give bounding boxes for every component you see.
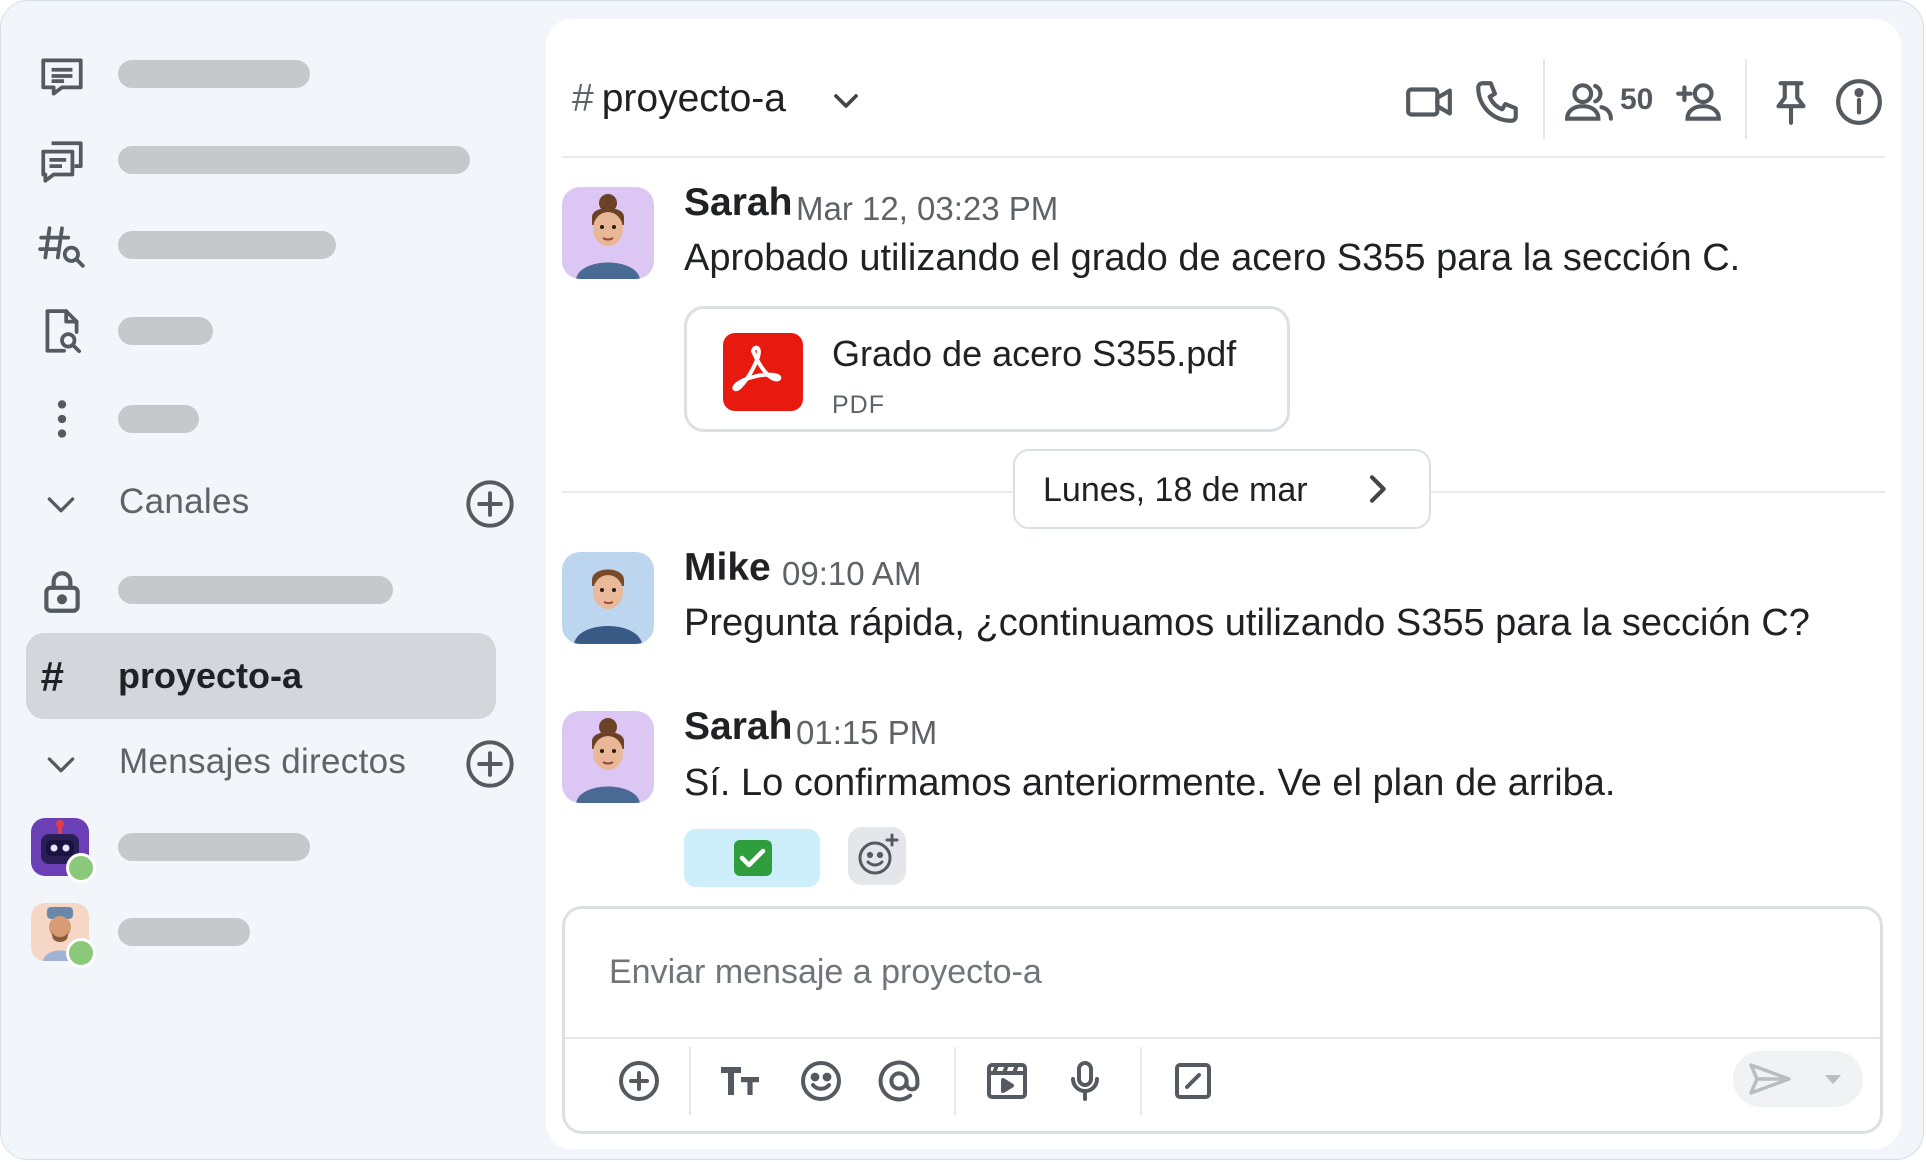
- sidebar-item-placeholder: [118, 918, 250, 946]
- message-author[interactable]: Mike: [684, 546, 771, 590]
- file-attachment[interactable]: Grado de acero S355.pdf PDF: [684, 306, 1290, 432]
- dm-item-bot[interactable]: [1, 813, 546, 883]
- sidebar-item-placeholder: [118, 317, 213, 345]
- members-icon[interactable]: [1564, 77, 1614, 127]
- avatar-mike[interactable]: [562, 552, 654, 644]
- video-clip-icon[interactable]: [983, 1057, 1031, 1105]
- attachment-filetype: PDF: [832, 391, 885, 419]
- attach-plus-icon[interactable]: [615, 1057, 663, 1105]
- inbox-icon: [31, 51, 93, 103]
- message-text: Sí. Lo confirmamos anteriormente. Ve el …: [684, 762, 1616, 804]
- sidebar-item-placeholder: [118, 405, 199, 433]
- sidebar-item-placeholder: [118, 833, 310, 861]
- lock-icon: [31, 566, 93, 618]
- toolbar-divider: [954, 1047, 956, 1115]
- more-vertical-icon: [31, 393, 93, 445]
- message-text: Pregunta rápida, ¿continuamos utilizando…: [684, 602, 1810, 644]
- add-reaction-button[interactable]: [848, 827, 906, 885]
- add-channel-button[interactable]: [464, 478, 516, 530]
- sidebar-item-private-channel[interactable]: [1, 556, 546, 626]
- message-author[interactable]: Sarah: [684, 181, 792, 225]
- avatar-sarah[interactable]: [562, 187, 654, 279]
- add-reaction-icon: [858, 833, 899, 875]
- header-divider: [1543, 59, 1545, 139]
- toolbar-divider: [689, 1047, 691, 1115]
- channel-name: proyecto-a: [601, 77, 786, 120]
- sidebar-item-placeholder: [118, 60, 310, 88]
- sidebar-item-browse-channels[interactable]: [1, 211, 546, 281]
- message-timestamp: Mar 12, 03:23 PM: [796, 190, 1059, 227]
- header-divider: [1745, 59, 1747, 139]
- sidebar-item-files[interactable]: [1, 296, 546, 366]
- chevron-right-icon: [1357, 469, 1397, 509]
- sidebar-item-placeholder: [118, 231, 336, 259]
- member-count[interactable]: 50: [1620, 83, 1653, 117]
- channel-title[interactable]: # proyecto-a: [572, 77, 786, 121]
- channels-section-header[interactable]: Canales: [1, 468, 546, 538]
- chevron-down-icon[interactable]: [41, 744, 81, 784]
- browse-channels-icon: [31, 221, 93, 273]
- video-call-icon[interactable]: [1404, 77, 1454, 127]
- add-member-icon[interactable]: [1674, 77, 1724, 127]
- composer-divider: [565, 1037, 1880, 1039]
- online-status-dot: [66, 938, 96, 968]
- avatar-sarah[interactable]: [562, 711, 654, 803]
- dm-section-header[interactable]: Mensajes directos: [1, 728, 546, 798]
- chevron-down-icon[interactable]: [41, 484, 81, 524]
- phone-call-icon[interactable]: [1472, 77, 1522, 127]
- info-icon[interactable]: [1834, 77, 1884, 127]
- microphone-icon[interactable]: [1061, 1057, 1109, 1105]
- pdf-file-icon: [723, 333, 803, 411]
- sidebar-item-inbox[interactable]: [1, 41, 546, 111]
- header-divider-line: [562, 156, 1885, 158]
- message-author[interactable]: Sarah: [684, 705, 792, 749]
- message-text: Aprobado utilizando el grado de acero S3…: [684, 237, 1741, 279]
- date-divider-label: Lunes, 18 de mar: [1043, 471, 1308, 509]
- sidebar-item-threads[interactable]: [1, 126, 546, 196]
- message-timestamp: 01:15 PM: [796, 714, 938, 751]
- sidebar: Canales # proyecto-a Mensajes directos: [1, 1, 546, 1159]
- files-search-icon: [31, 306, 93, 358]
- online-status-dot: [66, 853, 96, 883]
- attachment-filename: Grado de acero S355.pdf: [832, 333, 1237, 374]
- sidebar-item-placeholder: [118, 146, 470, 174]
- emoji-icon[interactable]: [797, 1057, 845, 1105]
- channel-hash-icon: #: [572, 77, 594, 120]
- check-mark-icon: [734, 840, 772, 876]
- send-button[interactable]: [1733, 1051, 1863, 1107]
- sidebar-item-label: proyecto-a: [118, 655, 303, 696]
- chevron-down-icon[interactable]: [826, 81, 866, 121]
- mention-icon[interactable]: [875, 1057, 923, 1105]
- toolbar-divider: [1140, 1047, 1142, 1115]
- message-timestamp: 09:10 AM: [782, 555, 922, 592]
- reaction-check[interactable]: [684, 829, 820, 887]
- slash-command-icon[interactable]: [1169, 1057, 1217, 1105]
- date-divider[interactable]: Lunes, 18 de mar: [1013, 449, 1431, 529]
- message-input[interactable]: Enviar mensaje a proyecto-a: [609, 953, 1042, 992]
- app-window: Canales # proyecto-a Mensajes directos #…: [0, 0, 1924, 1160]
- message-composer[interactable]: Enviar mensaje a proyecto-a: [562, 906, 1883, 1134]
- pin-icon[interactable]: [1766, 77, 1816, 127]
- channel-hash-icon: #: [40, 653, 64, 700]
- send-icon: [1749, 1063, 1841, 1095]
- threads-icon: [31, 136, 93, 188]
- sidebar-item-placeholder: [118, 576, 393, 604]
- channel-panel: # proyecto-a 50 Sarah Mar 12, 03:23 PM A…: [546, 19, 1901, 1149]
- text-format-icon[interactable]: [717, 1057, 765, 1105]
- add-dm-button[interactable]: [464, 738, 516, 790]
- sidebar-item-more[interactable]: [1, 383, 546, 453]
- dm-item-user[interactable]: [1, 898, 546, 968]
- dm-section-label: Mensajes directos: [119, 742, 407, 781]
- channels-section-label: Canales: [119, 482, 250, 521]
- sidebar-item-proyecto-a[interactable]: # proyecto-a: [26, 633, 496, 719]
